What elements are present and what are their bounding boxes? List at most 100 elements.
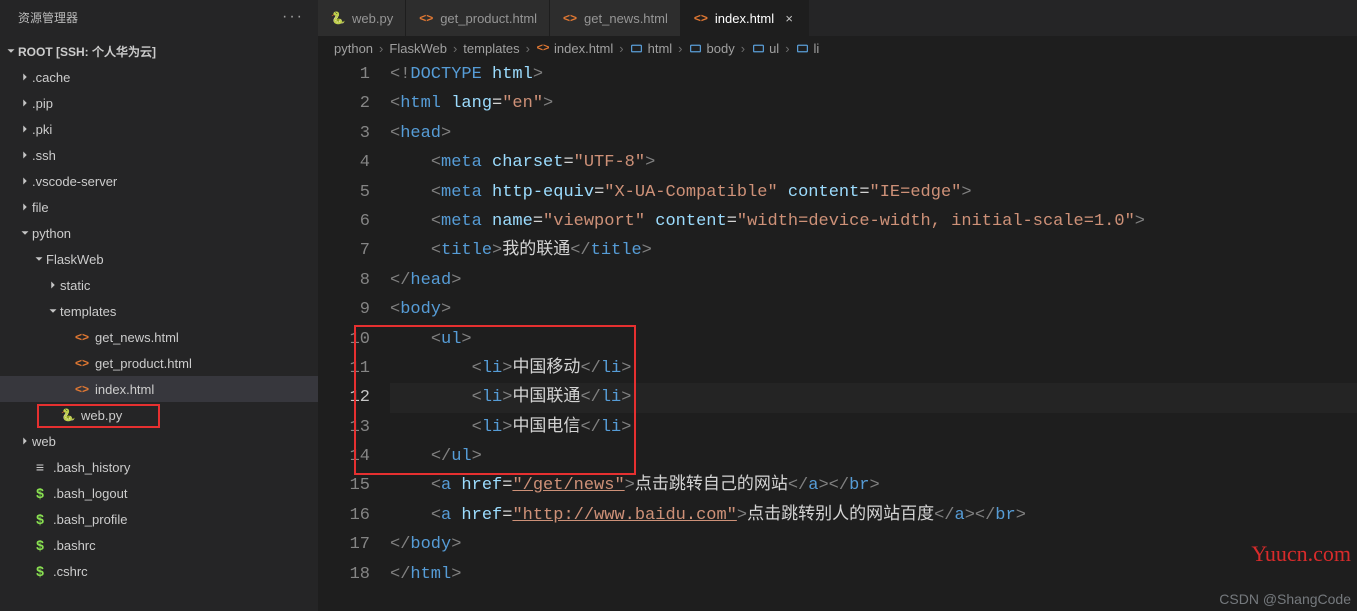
breadcrumb-item[interactable]: html — [630, 41, 673, 56]
tree-item-label: static — [60, 278, 90, 293]
line-number: 2 — [318, 89, 370, 118]
code-line[interactable]: <!DOCTYPE html> — [390, 60, 1357, 89]
editor-tab[interactable]: 🐍web.py — [318, 0, 406, 36]
folder-item[interactable]: python — [0, 220, 318, 246]
breadcrumb-item[interactable]: li — [796, 41, 820, 56]
code-line[interactable]: <li>中国电信</li> — [390, 413, 1357, 442]
breadcrumb-label: li — [814, 41, 820, 56]
file-item[interactable]: $.bashrc — [0, 532, 318, 558]
tab-label: index.html — [715, 11, 774, 26]
chevron-down-icon — [18, 226, 32, 240]
breadcrumb-item[interactable]: <>index.html — [536, 41, 613, 56]
code-line[interactable]: </html> — [390, 560, 1357, 589]
folder-item[interactable]: web — [0, 428, 318, 454]
tab-label: get_news.html — [584, 11, 668, 26]
html-file-icon: <> — [74, 355, 90, 371]
breadcrumb-label: FlaskWeb — [389, 41, 447, 56]
html-file-icon: <> — [74, 381, 90, 397]
folder-item[interactable]: .pki — [0, 116, 318, 142]
file-item[interactable]: 🐍 web.py — [0, 402, 318, 428]
breadcrumb-item[interactable]: FlaskWeb — [389, 41, 447, 56]
folder-item[interactable]: static — [0, 272, 318, 298]
line-number: 6 — [318, 207, 370, 236]
html-file-icon: <> — [693, 10, 709, 26]
editor-tab[interactable]: <> index.html × — [681, 0, 809, 36]
code-line[interactable]: <li>中国联通</li> — [390, 383, 1357, 412]
file-item[interactable]: <>get_product.html — [0, 350, 318, 376]
folder-item[interactable]: FlaskWeb — [0, 246, 318, 272]
folder-item[interactable]: .pip — [0, 90, 318, 116]
shell-file-icon: $ — [32, 485, 48, 501]
code-content[interactable]: <!DOCTYPE html><html lang="en"><head> <m… — [390, 60, 1357, 611]
breadcrumb-item[interactable]: body — [689, 41, 735, 56]
close-icon[interactable]: × — [782, 11, 796, 26]
chevron-down-icon — [4, 44, 18, 58]
breadcrumb-item[interactable]: ul — [751, 41, 779, 56]
python-file-icon: 🐍 — [60, 407, 76, 423]
line-number: 13 — [318, 413, 370, 442]
file-item[interactable]: <>index.html — [0, 376, 318, 402]
tree-item-label: file — [32, 200, 49, 215]
line-number: 10 — [318, 325, 370, 354]
line-number: 8 — [318, 266, 370, 295]
chevron-right-icon — [18, 122, 32, 136]
folder-item[interactable]: file — [0, 194, 318, 220]
more-icon[interactable]: ··· — [282, 8, 304, 26]
folder-item[interactable]: .cache — [0, 64, 318, 90]
code-line[interactable]: <meta charset="UTF-8"> — [390, 148, 1357, 177]
code-line[interactable]: <meta name="viewport" content="width=dev… — [390, 207, 1357, 236]
code-line[interactable]: <li>中国移动</li> — [390, 354, 1357, 383]
folder-item[interactable]: templates — [0, 298, 318, 324]
breadcrumb-label: body — [707, 41, 735, 56]
file-item[interactable]: ≡ .bash_history — [0, 454, 318, 480]
code-line[interactable]: <a href="http://www.baidu.com">点击跳转别人的网站… — [390, 501, 1357, 530]
file-item[interactable]: <>get_news.html — [0, 324, 318, 350]
folder-item[interactable]: .ssh — [0, 142, 318, 168]
explorer-header: 资源管理器 ··· — [0, 0, 318, 34]
code-editor[interactable]: 123456789101112131415161718 <!DOCTYPE ht… — [318, 60, 1357, 611]
code-line[interactable]: <html lang="en"> — [390, 89, 1357, 118]
code-line[interactable]: <ul> — [390, 325, 1357, 354]
line-number: 11 — [318, 354, 370, 383]
editor-tab[interactable]: <>get_product.html — [406, 0, 550, 36]
breadcrumb-label: html — [648, 41, 673, 56]
code-line[interactable]: </ul> — [390, 442, 1357, 471]
tree-item-label: web.py — [81, 408, 122, 423]
editor-tab[interactable]: <>get_news.html — [550, 0, 681, 36]
text-file-icon: ≡ — [32, 459, 48, 475]
tree-item-label: .bash_profile — [53, 512, 127, 527]
code-line[interactable]: <title>我的联通</title> — [390, 236, 1357, 265]
chevron-right-icon: › — [379, 41, 383, 56]
breadcrumbs[interactable]: python›FlaskWeb›templates›<>index.html›h… — [318, 36, 1357, 60]
code-line[interactable]: </head> — [390, 266, 1357, 295]
code-line[interactable]: </body> — [390, 530, 1357, 559]
code-line[interactable]: <head> — [390, 119, 1357, 148]
tree-item-label: .pip — [32, 96, 53, 111]
line-number: 18 — [318, 560, 370, 589]
symbol-icon — [751, 41, 765, 55]
breadcrumb-item[interactable]: python — [334, 41, 373, 56]
code-line[interactable]: <body> — [390, 295, 1357, 324]
line-number: 12 — [318, 383, 370, 412]
line-number: 5 — [318, 178, 370, 207]
python-file-icon: 🐍 — [330, 10, 346, 26]
breadcrumb-item[interactable]: templates — [463, 41, 519, 56]
line-number: 7 — [318, 236, 370, 265]
file-item[interactable]: $.cshrc — [0, 558, 318, 584]
editor-pane: 🐍web.py<>get_product.html<>get_news.html… — [318, 0, 1357, 611]
shell-file-icon: $ — [32, 511, 48, 527]
chevron-down-icon — [32, 252, 46, 266]
file-item[interactable]: $ .bash_profile — [0, 506, 318, 532]
tree-item-label: FlaskWeb — [46, 252, 104, 267]
chevron-right-icon: › — [678, 41, 682, 56]
tree-item-label: .bashrc — [53, 538, 96, 553]
root-folder[interactable]: ROOT [SSH: 个人华为云] — [0, 38, 318, 64]
code-line[interactable]: <meta http-equiv="X-UA-Compatible" conte… — [390, 178, 1357, 207]
folder-item[interactable]: .vscode-server — [0, 168, 318, 194]
shell-file-icon: $ — [32, 563, 48, 579]
tree-item-label: .bash_history — [53, 460, 130, 475]
chevron-right-icon — [18, 70, 32, 84]
file-item[interactable]: $.bash_logout — [0, 480, 318, 506]
code-line[interactable]: <a href="/get/news">点击跳转自己的网站</a></br> — [390, 471, 1357, 500]
tree-item-label: get_news.html — [95, 330, 179, 345]
